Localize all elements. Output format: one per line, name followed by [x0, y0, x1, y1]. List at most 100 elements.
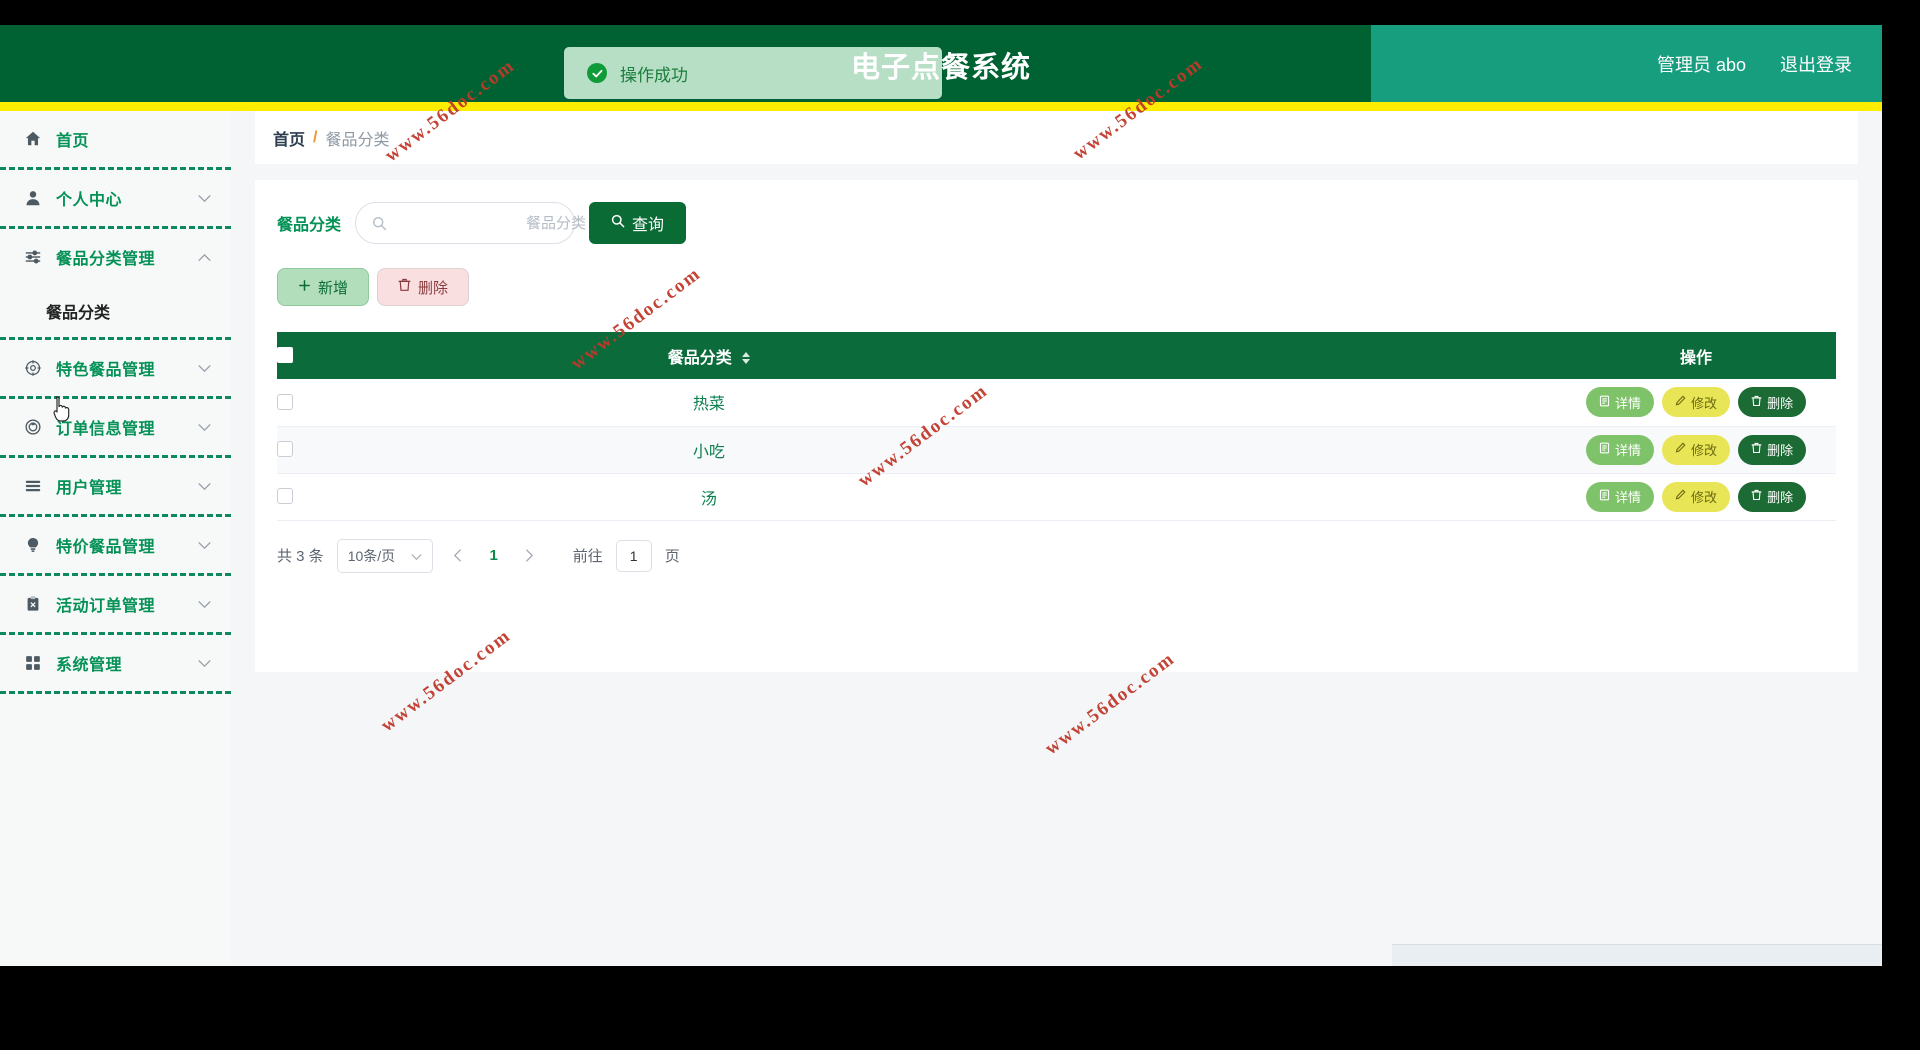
sidebar-label: 系统管理	[56, 657, 123, 674]
current-user-label: 管理员 abo	[1656, 54, 1746, 75]
edit-button[interactable]: 修改	[1662, 387, 1731, 418]
delete-label: 删除	[1767, 395, 1794, 411]
sort-toggle-icon[interactable]	[742, 352, 751, 365]
sidebar-label: 特价餐品管理	[56, 539, 156, 556]
cell-category-name: 热菜	[293, 379, 1125, 427]
page-number-1[interactable]: 1	[483, 547, 505, 564]
prev-page-button[interactable]	[446, 542, 470, 570]
circle-stack-icon	[22, 416, 44, 438]
edit-label: 修改	[1691, 490, 1718, 505]
sidebar-subitem-category[interactable]: 餐品分类	[0, 285, 231, 337]
table-header-row: 餐品分类 操作	[277, 332, 1836, 379]
toolbar: 新增 删除	[277, 268, 1836, 306]
table-head: 餐品分类 操作	[277, 332, 1836, 379]
row-actions-cell: 详情 修改 删除	[1556, 426, 1836, 474]
sidebar-nav: 首页 个人中心 餐品分类管理 餐品分类 特色餐品管理 订单信息管理 用户管理 特…	[0, 111, 231, 966]
pagination: 共 3 条 10条/页 1 前往 1 页	[277, 538, 1836, 573]
header-user-area: 管理员 abo 退出登录	[1657, 51, 1852, 77]
search-submit-button[interactable]: 查询	[589, 202, 687, 244]
row-actions-cell: 详情 修改 删除	[1556, 473, 1836, 521]
row-checkbox[interactable]	[277, 394, 293, 411]
table-row[interactable]: 小吃 详情 修改 删除	[277, 426, 1836, 474]
add-button[interactable]: 新增	[277, 268, 370, 306]
detail-button[interactable]: 详情	[1586, 387, 1655, 418]
edit-button[interactable]: 修改	[1662, 481, 1731, 512]
breadcrumb-home[interactable]: 首页	[273, 126, 305, 150]
chevron-down-icon	[198, 362, 211, 375]
table-body: 热菜 详情 修改 删除 小吃 详情 修改 删除 汤 详情 修改 删除	[277, 379, 1836, 521]
sidebar-item-special-price-mgmt[interactable]: 特价餐品管理	[0, 517, 231, 573]
sidebar-item-user-mgmt[interactable]: 用户管理	[0, 458, 231, 514]
trash-icon	[1751, 489, 1762, 504]
browser-page: 电子点餐系统 操作成功 管理员 abo 退出登录 首页 个人中心 餐品分类管理 …	[0, 25, 1882, 966]
sidebar-item-category-mgmt[interactable]: 餐品分类管理	[0, 229, 231, 285]
breadcrumb-current: 餐品分类	[325, 131, 390, 149]
detail-label: 详情	[1615, 490, 1642, 505]
target-icon	[22, 357, 44, 379]
table-row[interactable]: 汤 详情 修改 删除	[277, 473, 1836, 521]
page-size-select[interactable]: 10条/页	[336, 538, 433, 573]
grid-icon	[22, 652, 44, 674]
detail-button[interactable]: 详情	[1586, 481, 1655, 512]
search-field-wrapper[interactable]	[355, 202, 587, 244]
chevron-down-icon	[198, 657, 211, 670]
sidebar-item-system-mgmt[interactable]: 系统管理	[0, 635, 231, 691]
breadcrumb: 首页 / 餐品分类	[255, 111, 1858, 164]
add-button-label: 新增	[318, 279, 349, 297]
doc-icon	[1599, 442, 1610, 457]
detail-label: 详情	[1615, 395, 1642, 411]
sidebar-label: 订单信息管理	[56, 421, 156, 438]
search-input[interactable]	[387, 214, 587, 232]
sliders-icon	[22, 246, 44, 268]
goto-page-input[interactable]	[615, 539, 652, 572]
cell-blank	[1124, 473, 1557, 521]
sidebar-item-activity-order-mgmt[interactable]: 活动订单管理	[0, 576, 231, 632]
select-all-checkbox[interactable]	[277, 347, 293, 364]
goto-label: 前往	[572, 548, 603, 565]
detail-label: 详情	[1615, 443, 1642, 458]
edit-label: 修改	[1691, 443, 1718, 458]
row-actions: 详情 修改 删除	[1556, 387, 1836, 418]
main-content: 首页 / 餐品分类 餐品分类 餐品分类 查询 新增 删除 餐品分类 操作 热菜 …	[231, 111, 1882, 966]
user-icon	[22, 187, 44, 209]
bottom-status-strip	[1392, 944, 1882, 966]
sidebar-label: 首页	[56, 133, 90, 150]
trash-icon	[1751, 395, 1762, 410]
detail-button[interactable]: 详情	[1586, 434, 1655, 465]
sidebar-divider	[0, 691, 231, 694]
sidebar-item-order-info-mgmt[interactable]: 订单信息管理	[0, 399, 231, 455]
row-checkbox[interactable]	[277, 488, 293, 505]
table-row[interactable]: 热菜 详情 修改 删除	[277, 379, 1836, 427]
accent-bar	[0, 102, 1882, 111]
delete-label: 删除	[1767, 490, 1794, 505]
sidebar-item-home[interactable]: 首页	[0, 111, 231, 167]
search-icon	[611, 214, 625, 233]
row-actions: 详情 修改 删除	[1556, 434, 1836, 465]
next-page-button[interactable]	[518, 542, 542, 570]
row-select-cell	[277, 426, 293, 474]
batch-delete-button[interactable]: 删除	[377, 268, 470, 306]
delete-button[interactable]: 删除	[1738, 434, 1807, 465]
cell-blank	[1124, 426, 1557, 474]
column-header-category[interactable]: 餐品分类	[293, 332, 1125, 379]
sidebar-item-feature-dish-mgmt[interactable]: 特色餐品管理	[0, 340, 231, 396]
edit-label: 修改	[1691, 395, 1718, 411]
toast-message: 操作成功	[620, 65, 688, 85]
breadcrumb-separator: /	[313, 128, 318, 146]
sidebar-item-personal-center[interactable]: 个人中心	[0, 170, 231, 226]
cell-blank	[1124, 379, 1557, 427]
list-icon	[22, 475, 44, 497]
chevron-up-icon	[198, 251, 211, 264]
row-select-cell	[277, 379, 293, 427]
row-checkbox[interactable]	[277, 441, 293, 458]
delete-button[interactable]: 删除	[1738, 481, 1807, 512]
logout-button[interactable]: 退出登录	[1780, 51, 1852, 77]
cell-category-name: 小吃	[293, 426, 1125, 474]
content-panel: 餐品分类 餐品分类 查询 新增 删除 餐品分类 操作 热菜 详情 修改 删除 小…	[255, 180, 1858, 672]
total-count-label: 共 3 条	[277, 548, 324, 565]
cell-category-name: 汤	[293, 473, 1125, 521]
edit-button[interactable]: 修改	[1662, 434, 1731, 465]
delete-button[interactable]: 删除	[1738, 387, 1807, 418]
sidebar-label: 活动订单管理	[56, 598, 156, 615]
chevron-down-icon	[198, 598, 211, 611]
